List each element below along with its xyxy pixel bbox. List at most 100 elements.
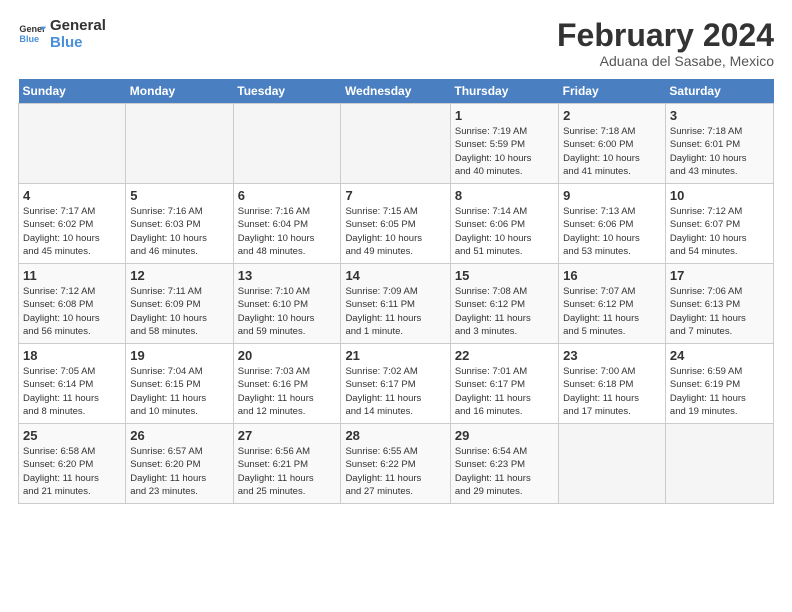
day-detail: Sunrise: 7:16 AM Sunset: 6:04 PM Dayligh… <box>238 205 337 258</box>
day-number: 18 <box>23 348 121 363</box>
col-saturday: Saturday <box>665 79 773 104</box>
day-number: 28 <box>345 428 445 443</box>
day-number: 7 <box>345 188 445 203</box>
logo-line2: Blue <box>50 35 106 52</box>
day-number: 22 <box>455 348 554 363</box>
day-number: 13 <box>238 268 337 283</box>
day-number: 1 <box>455 108 554 123</box>
day-number: 26 <box>130 428 228 443</box>
calendar-cell: 15Sunrise: 7:08 AM Sunset: 6:12 PM Dayli… <box>450 264 558 344</box>
calendar-cell <box>341 104 450 184</box>
calendar-cell: 26 Sunrise: 6:57 AM Sunset: 6:20 PM Dayli… <box>126 424 233 504</box>
calendar-cell: 16 Sunrise: 7:07 AM Sunset: 6:12 PM Dayli… <box>559 264 666 344</box>
week-row-4: 25 Sunrise: 6:58 AM Sunset: 6:20 PM Dayli… <box>19 424 774 504</box>
day-number: 27 <box>238 428 337 443</box>
calendar-cell: 24Sunrise: 6:59 AM Sunset: 6:19 PM Dayli… <box>665 344 773 424</box>
calendar-cell: 23 Sunrise: 7:00 AM Sunset: 6:18 PM Dayli… <box>559 344 666 424</box>
day-detail: Sunrise: 7:06 AM Sunset: 6:13 PM Dayligh… <box>670 285 769 338</box>
col-monday: Monday <box>126 79 233 104</box>
day-detail: Sunrise: 7:11 AM Sunset: 6:09 PM Dayligh… <box>130 285 228 338</box>
title-area: February 2024 Aduana del Sasabe, Mexico <box>557 18 774 69</box>
calendar-cell: 19Sunrise: 7:04 AM Sunset: 6:15 PM Dayli… <box>126 344 233 424</box>
col-thursday: Thursday <box>450 79 558 104</box>
day-detail: Sunrise: 7:14 AM Sunset: 6:06 PM Dayligh… <box>455 205 554 258</box>
col-sunday: Sunday <box>19 79 126 104</box>
day-detail: Sunrise: 7:15 AM Sunset: 6:05 PM Dayligh… <box>345 205 445 258</box>
calendar-cell <box>233 104 341 184</box>
day-detail: Sunrise: 6:57 AM Sunset: 6:20 PM Dayligh… <box>130 445 228 498</box>
day-number: 20 <box>238 348 337 363</box>
day-detail: Sunrise: 7:18 AM Sunset: 6:00 PM Dayligh… <box>563 125 661 178</box>
calendar-cell: 7 Sunrise: 7:15 AM Sunset: 6:05 PM Daylig… <box>341 184 450 264</box>
day-detail: Sunrise: 7:12 AM Sunset: 6:07 PM Dayligh… <box>670 205 769 258</box>
col-friday: Friday <box>559 79 666 104</box>
col-wednesday: Wednesday <box>341 79 450 104</box>
main-title: February 2024 <box>557 18 774 53</box>
calendar-cell: 5Sunrise: 7:16 AM Sunset: 6:03 PM Daylig… <box>126 184 233 264</box>
calendar-cell: 11 Sunrise: 7:12 AM Sunset: 6:08 PM Dayli… <box>19 264 126 344</box>
day-detail: Sunrise: 6:58 AM Sunset: 6:20 PM Dayligh… <box>23 445 121 498</box>
day-detail: Sunrise: 7:13 AM Sunset: 6:06 PM Dayligh… <box>563 205 661 258</box>
svg-text:Blue: Blue <box>19 34 39 44</box>
day-detail: Sunrise: 7:08 AM Sunset: 6:12 PM Dayligh… <box>455 285 554 338</box>
day-detail: Sunrise: 6:55 AM Sunset: 6:22 PM Dayligh… <box>345 445 445 498</box>
logo: General Blue General Blue <box>18 18 106 51</box>
day-detail: Sunrise: 7:00 AM Sunset: 6:18 PM Dayligh… <box>563 365 661 418</box>
day-number: 3 <box>670 108 769 123</box>
day-number: 14 <box>345 268 445 283</box>
day-detail: Sunrise: 7:12 AM Sunset: 6:08 PM Dayligh… <box>23 285 121 338</box>
day-number: 9 <box>563 188 661 203</box>
day-detail: Sunrise: 6:59 AM Sunset: 6:19 PM Dayligh… <box>670 365 769 418</box>
calendar-cell: 12 Sunrise: 7:11 AM Sunset: 6:09 PM Dayli… <box>126 264 233 344</box>
calendar-cell: 20 Sunrise: 7:03 AM Sunset: 6:16 PM Dayli… <box>233 344 341 424</box>
calendar-cell: 22 Sunrise: 7:01 AM Sunset: 6:17 PM Dayli… <box>450 344 558 424</box>
day-detail: Sunrise: 7:17 AM Sunset: 6:02 PM Dayligh… <box>23 205 121 258</box>
calendar-cell <box>665 424 773 504</box>
page: General Blue General Blue February 2024 … <box>0 0 792 514</box>
day-detail: Sunrise: 7:09 AM Sunset: 6:11 PM Dayligh… <box>345 285 445 338</box>
calendar-cell: 3 Sunrise: 7:18 AM Sunset: 6:01 PM Daylig… <box>665 104 773 184</box>
week-row-1: 4 Sunrise: 7:17 AM Sunset: 6:02 PM Daylig… <box>19 184 774 264</box>
day-number: 11 <box>23 268 121 283</box>
logo-line1: General <box>50 18 106 35</box>
header: General Blue General Blue February 2024 … <box>18 18 774 69</box>
logo-icon: General Blue <box>18 21 46 49</box>
calendar-cell: 29Sunrise: 6:54 AM Sunset: 6:23 PM Dayli… <box>450 424 558 504</box>
calendar-cell <box>19 104 126 184</box>
day-number: 29 <box>455 428 554 443</box>
day-number: 2 <box>563 108 661 123</box>
day-number: 25 <box>23 428 121 443</box>
calendar-cell: 13 Sunrise: 7:10 AM Sunset: 6:10 PM Dayli… <box>233 264 341 344</box>
calendar-cell <box>559 424 666 504</box>
day-number: 16 <box>563 268 661 283</box>
calendar-cell: 9 Sunrise: 7:13 AM Sunset: 6:06 PM Daylig… <box>559 184 666 264</box>
calendar-cell: 21Sunrise: 7:02 AM Sunset: 6:17 PM Dayli… <box>341 344 450 424</box>
day-detail: Sunrise: 7:05 AM Sunset: 6:14 PM Dayligh… <box>23 365 121 418</box>
day-detail: Sunrise: 6:56 AM Sunset: 6:21 PM Dayligh… <box>238 445 337 498</box>
calendar-cell: 2 Sunrise: 7:18 AM Sunset: 6:00 PM Daylig… <box>559 104 666 184</box>
day-number: 23 <box>563 348 661 363</box>
week-row-3: 18 Sunrise: 7:05 AM Sunset: 6:14 PM Dayli… <box>19 344 774 424</box>
day-detail: Sunrise: 7:01 AM Sunset: 6:17 PM Dayligh… <box>455 365 554 418</box>
calendar-cell: 25 Sunrise: 6:58 AM Sunset: 6:20 PM Dayli… <box>19 424 126 504</box>
calendar-cell: 6Sunrise: 7:16 AM Sunset: 6:04 PM Daylig… <box>233 184 341 264</box>
calendar-cell: 10Sunrise: 7:12 AM Sunset: 6:07 PM Dayli… <box>665 184 773 264</box>
day-detail: Sunrise: 7:03 AM Sunset: 6:16 PM Dayligh… <box>238 365 337 418</box>
calendar-cell: 14 Sunrise: 7:09 AM Sunset: 6:11 PM Dayli… <box>341 264 450 344</box>
calendar-cell: 1 Sunrise: 7:19 AM Sunset: 5:59 PM Daylig… <box>450 104 558 184</box>
day-detail: Sunrise: 7:07 AM Sunset: 6:12 PM Dayligh… <box>563 285 661 338</box>
day-detail: Sunrise: 7:02 AM Sunset: 6:17 PM Dayligh… <box>345 365 445 418</box>
day-number: 17 <box>670 268 769 283</box>
day-number: 12 <box>130 268 228 283</box>
day-number: 19 <box>130 348 228 363</box>
day-number: 4 <box>23 188 121 203</box>
calendar-cell: 8Sunrise: 7:14 AM Sunset: 6:06 PM Daylig… <box>450 184 558 264</box>
calendar-cell: 27 Sunrise: 6:56 AM Sunset: 6:21 PM Dayli… <box>233 424 341 504</box>
col-tuesday: Tuesday <box>233 79 341 104</box>
day-number: 5 <box>130 188 228 203</box>
header-row: Sunday Monday Tuesday Wednesday Thursday… <box>19 79 774 104</box>
calendar-cell: 18 Sunrise: 7:05 AM Sunset: 6:14 PM Dayli… <box>19 344 126 424</box>
day-detail: Sunrise: 7:19 AM Sunset: 5:59 PM Dayligh… <box>455 125 554 178</box>
day-detail: Sunrise: 7:18 AM Sunset: 6:01 PM Dayligh… <box>670 125 769 178</box>
day-detail: Sunrise: 7:10 AM Sunset: 6:10 PM Dayligh… <box>238 285 337 338</box>
